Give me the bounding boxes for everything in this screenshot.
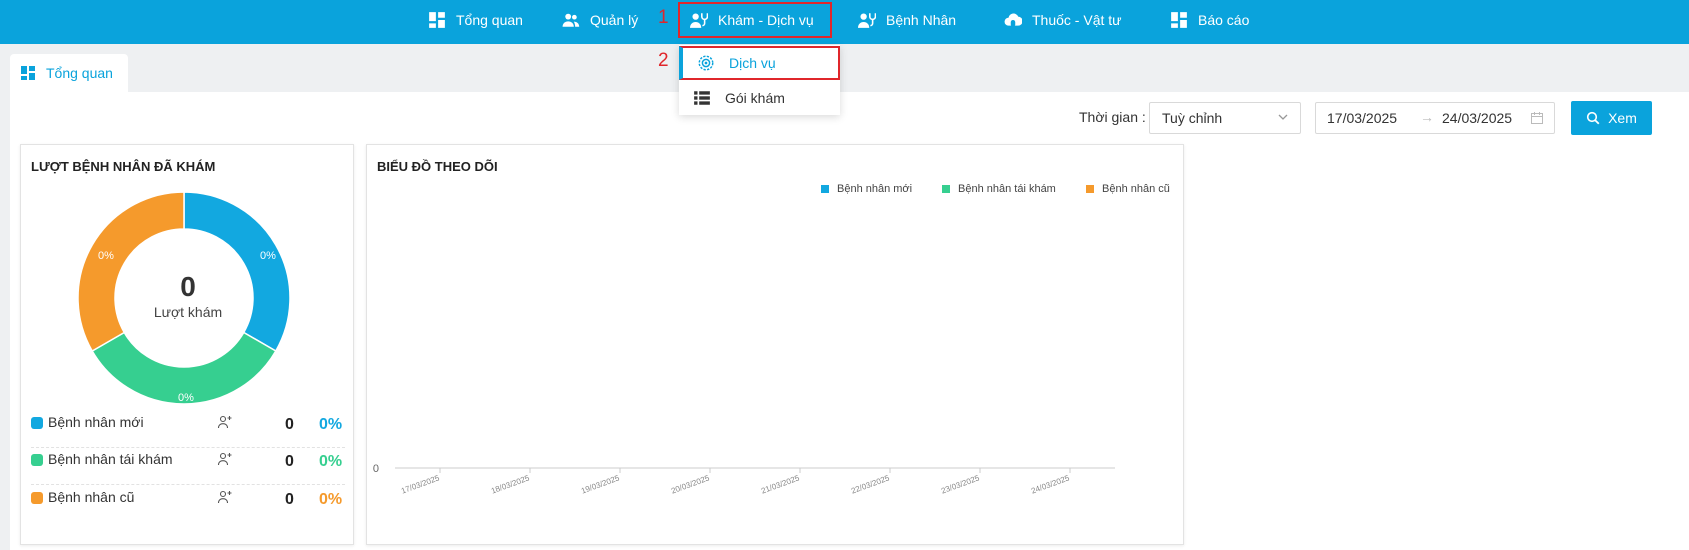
dropdown-label: Dịch vụ <box>729 55 776 71</box>
nav-item-quan-ly[interactable]: Quản lý <box>562 0 638 40</box>
nav-item-thuoc-vat-tu[interactable]: Thuốc - Vật tư <box>1004 0 1122 40</box>
x-tick-label: 19/03/2025 <box>580 473 621 495</box>
users-icon <box>562 13 580 27</box>
x-tick-label: 20/03/2025 <box>670 473 711 495</box>
list-icon <box>694 91 710 105</box>
legend-row-return: Bệnh nhân tái khám 0 0% <box>31 447 345 485</box>
gear-service-icon <box>698 55 714 71</box>
nav-item-bao-cao[interactable]: Báo cáo <box>1170 0 1249 40</box>
dropdown-item-goi-kham[interactable]: Gói khám <box>679 81 840 115</box>
total-visits-label: Lượt khám <box>153 304 223 320</box>
date-range-picker[interactable]: 17/03/2025 → 24/03/2025 <box>1315 102 1555 134</box>
row-count: 0 <box>285 453 294 470</box>
nav-label: Báo cáo <box>1198 12 1250 28</box>
x-tick-label: 18/03/2025 <box>490 473 531 495</box>
row-count: 0 <box>285 491 294 508</box>
select-value: Tuỳ chỉnh <box>1162 110 1223 126</box>
nav-label: Tổng quan <box>456 12 523 28</box>
user-add-icon[interactable] <box>217 414 233 430</box>
line-chart-plot: 0 17/03/2025 18/03/2025 19/03/2025 20/03/202… <box>373 463 1115 496</box>
color-swatch <box>31 417 43 429</box>
dropdown-item-dich-vu[interactable]: Dịch vụ <box>679 46 840 80</box>
search-icon <box>1586 111 1600 125</box>
color-swatch <box>31 492 43 504</box>
slice-label-old: 0% <box>98 250 114 262</box>
user-add-icon[interactable] <box>217 489 233 505</box>
slice-label-new: 0% <box>260 250 276 262</box>
view-button-label: Xem <box>1608 110 1637 126</box>
color-swatch <box>31 454 43 466</box>
row-percent: 0% <box>319 416 343 433</box>
slice-label-return: 0% <box>178 392 194 404</box>
user-stethoscope-icon <box>690 13 708 28</box>
dashboard-icon <box>1171 12 1187 28</box>
calendar-icon <box>1531 112 1543 124</box>
x-tick-label: 24/03/2025 <box>1030 473 1071 495</box>
x-tick-label: 17/03/2025 <box>400 473 441 495</box>
legend-row-old: Bệnh nhân cũ 0 0% <box>31 485 345 523</box>
x-tick-label: 23/03/2025 <box>940 473 981 495</box>
nav-label: Quản lý <box>590 12 639 28</box>
dashboard-icon <box>21 66 35 80</box>
nav-label: Khám - Dịch vụ <box>718 12 814 28</box>
chevron-down-icon <box>1278 114 1288 120</box>
date-from-input[interactable]: 17/03/2025 <box>1327 110 1397 126</box>
kham-dich-vu-dropdown: Dịch vụ Gói khám <box>679 45 840 115</box>
row-count: 0 <box>285 416 294 433</box>
legend-row-new: Bệnh nhân mới 0 0% <box>31 410 345 448</box>
tab-label: Tổng quan <box>46 65 113 81</box>
tracking-chart-card: BIỂU ĐỒ THEO DÕI Bệnh nhân mới Bệnh nhân… <box>366 144 1184 545</box>
card-title: LƯỢT BỆNH NHÂN ĐÃ KHÁM <box>31 159 216 174</box>
nav-label: Thuốc - Vật tư <box>1032 12 1122 28</box>
x-tick-label: 21/03/2025 <box>760 473 801 495</box>
nav-item-tong-quan[interactable]: Tổng quan <box>428 0 523 40</box>
nav-item-kham-dich-vu[interactable]: Khám - Dịch vụ <box>678 2 832 38</box>
step-marker-1: 1 <box>658 7 669 28</box>
row-label: Bệnh nhân tái khám <box>48 451 173 467</box>
row-percent: 0% <box>319 453 343 470</box>
step-marker-2: 2 <box>658 50 669 71</box>
tab-tong-quan[interactable]: Tổng quan <box>10 54 128 92</box>
view-button[interactable]: Xem <box>1571 101 1652 135</box>
nav-label: Bệnh Nhân <box>886 12 957 28</box>
user-add-icon[interactable] <box>217 451 233 467</box>
top-navbar: Tổng quan Quản lý 1 Khám - Dịch vụ Bệnh … <box>0 0 1689 44</box>
range-arrow: → <box>1420 109 1434 125</box>
date-to-input[interactable]: 24/03/2025 <box>1442 110 1512 126</box>
time-range-select[interactable]: Tuỳ chỉnh <box>1149 102 1301 134</box>
user-stethoscope-icon <box>858 13 876 28</box>
y-tick-label: 0 <box>373 463 379 475</box>
x-tick-label: 22/03/2025 <box>850 473 891 495</box>
row-label: Bệnh nhân mới <box>48 414 144 430</box>
row-percent: 0% <box>319 491 343 508</box>
row-label: Bệnh nhân cũ <box>48 489 135 505</box>
cloud-pill-icon <box>1004 13 1022 27</box>
nav-item-benh-nhan[interactable]: Bệnh Nhân <box>858 0 956 40</box>
patient-visits-card: LƯỢT BỆNH NHÂN ĐÃ KHÁM 0% 0% 0% 0 Lượt k… <box>20 144 354 545</box>
total-visits: 0 <box>180 271 196 302</box>
time-filter-label: Thời gian : <box>1079 109 1146 125</box>
dropdown-label: Gói khám <box>725 90 785 106</box>
dashboard-icon <box>429 12 445 28</box>
